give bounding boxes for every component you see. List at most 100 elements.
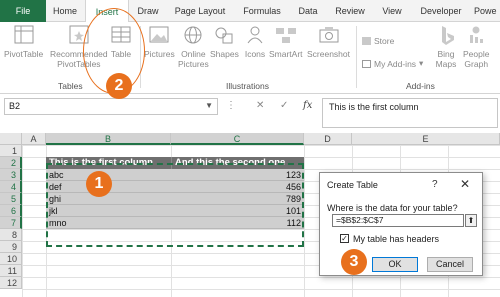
step-1-badge: 1 xyxy=(86,171,112,197)
column-header-e[interactable]: E xyxy=(352,133,500,145)
tab-view[interactable]: View xyxy=(380,0,404,22)
tab-formulas[interactable]: Formulas xyxy=(240,0,284,22)
shapes-label: Shapes xyxy=(210,49,239,59)
column-header-b[interactable]: B xyxy=(46,133,171,145)
ribbon-insert: PivotTable Recommended PivotTables Table… xyxy=(0,22,500,94)
bing-maps-icon xyxy=(442,26,454,45)
row-header-4[interactable]: 4 xyxy=(0,181,22,193)
screenshot-label: Screenshot xyxy=(307,49,350,59)
row-header-12[interactable]: 12 xyxy=(0,277,22,289)
column-header-c[interactable]: C xyxy=(171,133,304,145)
row-header-7[interactable]: 7 xyxy=(0,217,22,229)
illustrations-group-label: Illustrations xyxy=(226,81,269,91)
tab-page-layout[interactable]: Page Layout xyxy=(172,0,228,22)
my-addins-icon xyxy=(362,59,371,68)
table-cell[interactable]: mno xyxy=(46,217,171,229)
chevron-down-icon: ▾ xyxy=(419,58,424,68)
help-button[interactable]: ? xyxy=(432,179,438,190)
has-headers-label: My table has headers xyxy=(353,234,440,244)
table-cell[interactable]: jkl xyxy=(46,205,171,217)
icons-button[interactable]: Icons xyxy=(243,24,267,59)
table-header-cell[interactable]: This is the first column xyxy=(46,157,171,169)
table-cell[interactable]: ghi xyxy=(46,193,171,205)
ribbon-tab-bar: File Home Insert Draw Page Layout Formul… xyxy=(0,0,500,23)
group-separator xyxy=(356,26,357,88)
smartart-button[interactable]: SmartArt xyxy=(269,24,303,59)
shapes-icon xyxy=(215,27,233,44)
pictures-icon xyxy=(149,26,169,43)
people-graph-icon xyxy=(470,26,484,43)
pictures-button[interactable]: Pictures xyxy=(144,24,175,59)
row-header-9[interactable]: 9 xyxy=(0,241,22,253)
row-header-6[interactable]: 6 xyxy=(0,205,22,217)
formula-input[interactable]: This is the first column xyxy=(322,98,498,128)
smartart-label: SmartArt xyxy=(269,49,303,59)
tab-file[interactable]: File xyxy=(0,0,46,22)
chevron-down-icon[interactable]: ▼ xyxy=(205,101,213,110)
tab-draw[interactable]: Draw xyxy=(135,0,161,22)
tab-power[interactable]: Powe xyxy=(474,0,500,22)
row-header-1[interactable]: 1 xyxy=(0,145,22,157)
row-header-2[interactable]: 2 xyxy=(0,157,22,169)
store-button[interactable]: Store xyxy=(362,36,394,46)
table-header-cell[interactable]: And this the second one xyxy=(171,157,304,169)
bing-maps-button[interactable]: Bing Maps xyxy=(434,24,458,69)
store-icon xyxy=(362,37,371,45)
pivottable-button[interactable]: PivotTable xyxy=(4,24,43,59)
bing-maps-label-2: Maps xyxy=(435,59,457,69)
people-graph-label-2: Graph xyxy=(464,59,489,69)
tab-home[interactable]: Home xyxy=(50,0,80,22)
step-2-badge: 2 xyxy=(106,73,132,99)
online-pictures-label-1: Online xyxy=(181,49,206,59)
select-all-corner[interactable] xyxy=(0,133,22,145)
store-label: Store xyxy=(374,36,395,46)
ok-button[interactable]: OK xyxy=(372,257,418,272)
people-graph-button[interactable]: People Graph xyxy=(463,24,489,69)
column-header-a[interactable]: A xyxy=(22,133,46,145)
my-addins-label: My Add-ins xyxy=(374,58,417,69)
cancel-icon[interactable]: ✕ xyxy=(256,100,264,111)
shapes-button[interactable]: Shapes xyxy=(210,24,239,59)
tables-group-label: Tables xyxy=(58,81,83,91)
table-cell[interactable]: 789 xyxy=(171,193,304,205)
column-header-d[interactable]: D xyxy=(304,133,352,145)
online-pictures-icon xyxy=(184,26,202,44)
smartart-icon xyxy=(275,28,296,43)
screenshot-button[interactable]: Screenshot xyxy=(307,24,350,59)
table-cell[interactable]: 112 xyxy=(171,217,304,229)
addins-group-label: Add-ins xyxy=(406,81,435,91)
row-header-5[interactable]: 5 xyxy=(0,193,22,205)
enter-icon[interactable]: ✓ xyxy=(280,100,288,111)
pivottable-icon xyxy=(14,25,34,44)
icons-label: Icons xyxy=(244,49,266,59)
step-3-badge: 3 xyxy=(341,249,367,275)
pictures-label: Pictures xyxy=(144,49,175,59)
close-button[interactable]: ✕ xyxy=(460,177,470,191)
tab-review[interactable]: Review xyxy=(334,0,366,22)
table-cell[interactable]: 101 xyxy=(171,205,304,217)
arrow-up-icon: ⬆ xyxy=(467,216,475,225)
cancel-button[interactable]: Cancel xyxy=(427,257,473,272)
range-input[interactable]: =$B$2:$C$7 xyxy=(332,214,464,227)
online-pictures-button[interactable]: Online Pictures xyxy=(178,24,209,69)
row-header-8[interactable]: 8 xyxy=(0,229,22,241)
pivottable-label: PivotTable xyxy=(4,49,44,59)
bing-maps-label-1: Bing xyxy=(437,49,455,59)
tab-developer[interactable]: Developer xyxy=(418,0,464,22)
table-cell[interactable]: 123 xyxy=(171,169,304,181)
dialog-title: Create Table xyxy=(327,180,378,190)
tab-data[interactable]: Data xyxy=(296,0,320,22)
has-headers-checkbox[interactable]: ✓ xyxy=(340,234,349,243)
name-box[interactable]: B2 ▼ xyxy=(4,98,218,115)
collapse-dialog-button[interactable]: ⬆ xyxy=(465,214,477,227)
row-header-11[interactable]: 11 xyxy=(0,265,22,277)
name-box-value: B2 xyxy=(9,101,21,111)
more-icon: ⋮ xyxy=(226,100,236,111)
formula-bar: B2 ▼ ⋮ ✕ ✓ fx This is the first column xyxy=(0,97,500,128)
my-addins-button[interactable]: My Add-ins ▾ xyxy=(362,58,423,69)
row-header-10[interactable]: 10 xyxy=(0,253,22,265)
table-cell[interactable]: 456 xyxy=(171,181,304,193)
range-prompt: Where is the data for your table? xyxy=(327,203,458,213)
insert-function-icon[interactable]: fx xyxy=(303,100,312,111)
row-header-3[interactable]: 3 xyxy=(0,169,22,181)
